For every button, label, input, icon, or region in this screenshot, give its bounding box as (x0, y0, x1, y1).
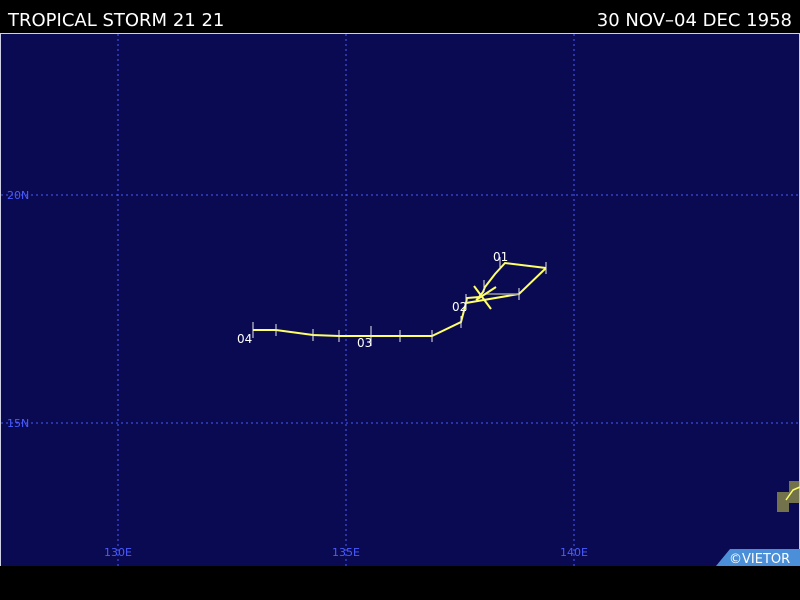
lon-label-140: 140E (560, 546, 588, 559)
day-label-03: 03 (357, 336, 372, 350)
adjacent-storm-fragment (777, 481, 800, 512)
lat-label-15: 15N (7, 417, 29, 430)
footer-bar (0, 566, 800, 600)
storm-track: 01 02 03 04 (237, 250, 547, 350)
graticule (1, 34, 799, 566)
lat-label-20: 20N (7, 189, 29, 202)
day-label-04: 04 (237, 332, 252, 346)
day-label-01: 01 (493, 250, 508, 264)
map-overlay: 130E 135E 140E 20N 15N 01 02 03 04 ©VIET… (1, 34, 800, 567)
credit-badge: ©VIETOR (716, 549, 800, 567)
credit-text: ©VIETOR (729, 552, 790, 567)
lon-label-135: 135E (332, 546, 360, 559)
lon-label-130: 130E (104, 546, 132, 559)
day-label-02: 02 (452, 300, 467, 314)
track-main (253, 267, 547, 337)
